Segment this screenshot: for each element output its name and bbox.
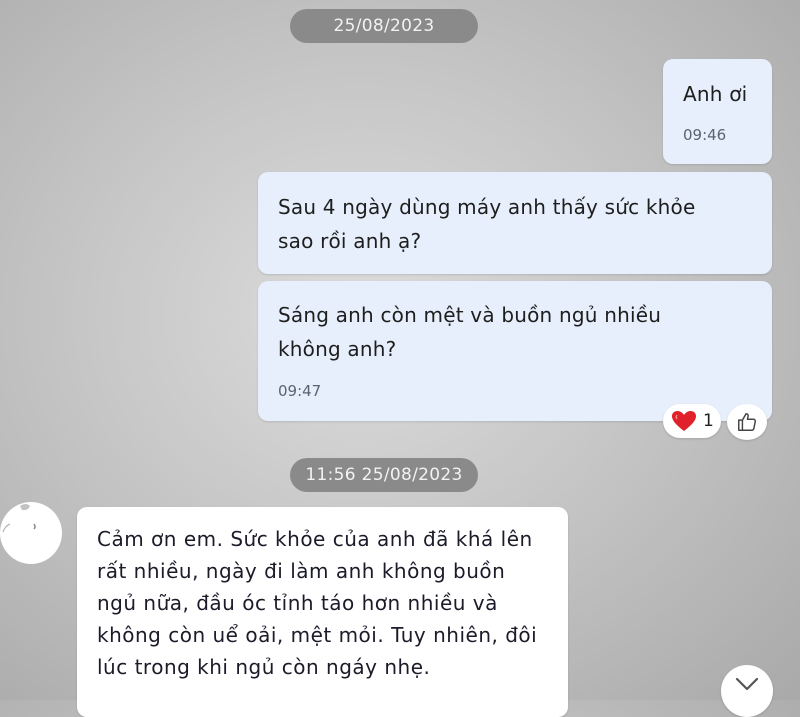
like-button[interactable] [727,404,767,440]
date-label: 25/08/2023 [333,16,435,36]
message-bubble-outgoing[interactable]: Sau 4 ngày dùng máy anh thấy sức khỏe sa… [258,172,772,274]
message-text: Anh ơi [683,82,748,106]
message-text: Cảm ơn em. Sức khỏe của anh đã khá lên r… [97,523,537,683]
reaction-badge[interactable]: 1 [663,404,721,438]
message-line: sao rồi anh ạ? [278,229,422,253]
date-separator: 25/08/2023 [290,9,478,43]
message-time: 09:46 [683,126,727,144]
message-line: ngủ nữa, đầu óc tỉnh táo hơn nhiều và [97,591,498,615]
message-bubble-outgoing[interactable]: Sáng anh còn mệt và buồn ngủ nhiều không… [258,281,772,421]
message-line: Sáng anh còn mệt và buồn ngủ nhiều [278,303,662,327]
chevron-down-icon [734,676,760,692]
scroll-down-button[interactable] [721,665,773,717]
message-line: không còn uể oải, mệt mỏi. Tuy nhiên, đô… [97,623,538,647]
message-bubble-incoming[interactable]: Cảm ơn em. Sức khỏe của anh đã khá lên r… [77,507,568,717]
reaction-count: 1 [703,411,714,431]
message-text: Sau 4 ngày dùng máy anh thấy sức khỏe sa… [278,190,696,258]
message-text: Sáng anh còn mệt và buồn ngủ nhiều không… [278,298,661,366]
message-line: Sau 4 ngày dùng máy anh thấy sức khỏe [278,195,696,219]
message-bubble-outgoing[interactable]: Anh ơi 09:46 [663,59,772,164]
message-line: không anh? [278,337,397,361]
date-label: 11:56 25/08/2023 [305,465,463,485]
avatar-image [1,503,61,563]
message-line: lúc trong khi ngủ còn ngáy nhẹ. [97,655,431,679]
message-line: rất nhiều, ngày đi làm anh không buồn [97,559,506,583]
heart-icon [671,410,697,432]
avatar[interactable] [0,502,62,564]
date-separator: 11:56 25/08/2023 [290,458,478,492]
message-line: Cảm ơn em. Sức khỏe của anh đã khá lên [97,527,533,551]
thumbs-up-icon [736,411,758,433]
message-time: 09:47 [278,382,322,400]
